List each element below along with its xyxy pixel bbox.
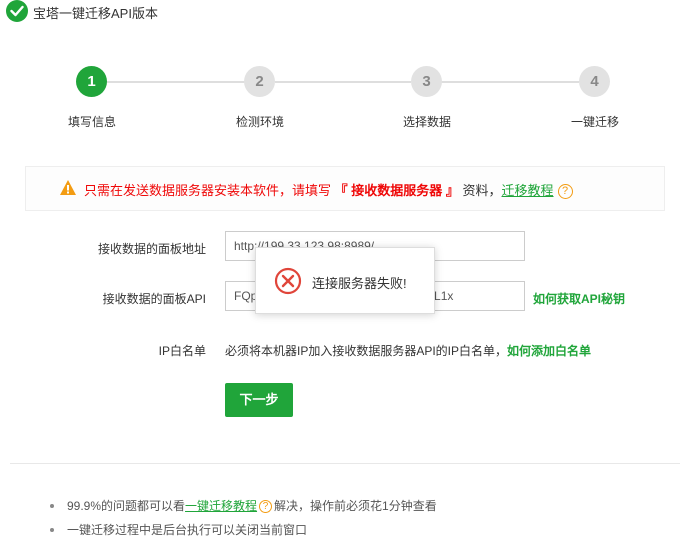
add-whitelist-link[interactable]: 如何添加白名单: [507, 344, 591, 358]
step-3-label: 选择数据: [402, 115, 451, 129]
migration-tutorial-link[interactable]: 迁移教程: [502, 183, 554, 198]
step-connector: [107, 81, 245, 83]
notice-banner: 只需在发送数据服务器安装本软件，请填写 『 接收数据服务器 』 资料，迁移教程?: [25, 166, 665, 211]
bullet-icon: [50, 528, 54, 532]
ip-whitelist-text: 必须将本机器IP加入接收数据服务器API的IP白名单，如何添加白名单: [225, 342, 591, 359]
notice-suffix: 资料，: [462, 183, 502, 198]
tips-list: 99.9%的问题都可以看一键迁移教程? 解决，操作前必须花1分钟查看 一键迁移过程…: [50, 498, 437, 538]
get-api-key-link[interactable]: 如何获取API秘钥: [533, 290, 625, 307]
error-x-icon: [274, 267, 302, 298]
help-icon[interactable]: ?: [557, 184, 573, 199]
panel-url-label: 接收数据的面板地址: [97, 242, 206, 256]
step-1-label: 填写信息: [67, 115, 116, 129]
step-1-circle: 1: [76, 66, 107, 97]
error-toast: 连接服务器失败!: [255, 247, 435, 314]
ip-whitelist-label: IP白名单: [158, 344, 206, 358]
step-4-circle: 4: [579, 66, 610, 97]
window-title: 宝塔一键迁移API版本: [33, 6, 158, 21]
warning-icon: [59, 179, 77, 199]
title-bar: 宝塔一键迁移API版本: [0, 0, 691, 22]
next-step-button[interactable]: 下一步: [225, 383, 293, 417]
tip-suffix: 解决，操作前必须花1分钟查看: [274, 499, 437, 513]
step-progress: 1 2 3 4 填写信息 检测环境 选择数据 一键迁移: [0, 66, 691, 136]
check-circle-icon: [6, 0, 28, 22]
tip-item: 99.9%的问题都可以看一键迁移教程? 解决，操作前必须花1分钟查看: [50, 498, 437, 522]
step-connector: [275, 81, 411, 83]
migration-tutorial-link[interactable]: 一键迁移教程: [185, 499, 257, 513]
step-connector: [441, 81, 579, 83]
step-2-label: 检测环境: [235, 115, 284, 129]
divider: [10, 463, 680, 464]
bullet-icon: [50, 504, 54, 508]
notice-highlight: 『 接收数据服务器 』: [334, 183, 459, 198]
notice-text: 只需在发送数据服务器安装本软件，请填写 『 接收数据服务器 』 资料，迁移教程?: [84, 180, 573, 199]
ip-whitelist-desc: 必须将本机器IP加入接收数据服务器API的IP白名单，: [225, 344, 508, 358]
tip-item: 一键迁移过程中是后台执行可以关闭当前窗口: [50, 522, 437, 538]
step-2-circle: 2: [244, 66, 275, 97]
tip-prefix: 99.9%的问题都可以看: [67, 499, 186, 513]
help-icon[interactable]: ?: [259, 500, 273, 513]
toast-message: 连接服务器失败!: [312, 276, 407, 291]
step-4-label: 一键迁移: [570, 115, 619, 129]
tip-text: 一键迁移过程中是后台执行可以关闭当前窗口: [67, 523, 308, 537]
notice-prefix: 只需在发送数据服务器安装本软件，请填写: [84, 183, 332, 198]
panel-api-label: 接收数据的面板API: [102, 292, 206, 306]
step-3-circle: 3: [411, 66, 442, 97]
